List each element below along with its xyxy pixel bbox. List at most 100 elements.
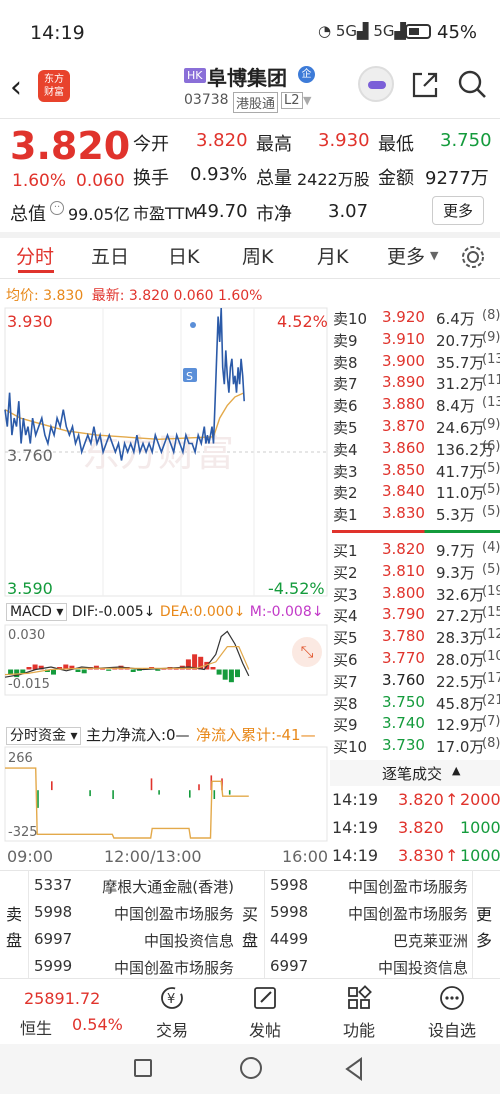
fund-selector[interactable]: 分时资金 ▾ — [6, 727, 82, 745]
level-volume: 6.4万 — [436, 310, 475, 328]
index-name: 恒生 — [20, 1019, 53, 1038]
buy-broker-code: 4499 — [270, 930, 309, 948]
watchlist-button[interactable]: 设自选 — [412, 985, 492, 1041]
pe-label: 市盈TTM — [133, 204, 199, 223]
macd-bar — [26, 667, 32, 670]
search-icon[interactable] — [458, 70, 488, 100]
stock-code: 03738 — [184, 92, 229, 108]
macd-y-bottom: -0.015 — [8, 677, 50, 692]
level-volume: 20.7万 — [436, 331, 485, 350]
time-axis-end: 16:00 — [282, 847, 329, 866]
enterprise-badge-icon: 企 — [298, 66, 315, 83]
trade-button[interactable]: ¥ 交易 — [132, 985, 212, 1041]
bid-row[interactable]: 买3 3.800 32.6万(19) — [332, 584, 500, 606]
ask-row[interactable]: 卖10 3.920 6.4万 (8) — [332, 308, 500, 330]
bid-row[interactable]: 买8 3.750 45.8万(21) — [332, 693, 500, 715]
buy-broker-code: 5998 — [270, 903, 309, 921]
sell-broker-code: 5999 — [34, 957, 73, 975]
tab-weekly-k[interactable]: 周K — [242, 242, 273, 269]
macd-y-top: 0.030 — [8, 628, 46, 643]
fund-flow-chart[interactable] — [0, 746, 332, 842]
tick-time: 14:19 — [332, 818, 379, 837]
ask-row[interactable]: 卖1 3.830 5.3万 (5) — [332, 504, 500, 526]
fund-selector-label: 分时资金 — [10, 728, 66, 744]
recent-apps-icon[interactable] — [134, 1059, 152, 1077]
main-inflow-label: 主力净流入: — [85, 726, 166, 744]
assistant-avatar-icon[interactable] — [358, 66, 394, 102]
tab-more-dropdown-icon[interactable]: ▼ — [430, 249, 438, 262]
ticks-collapse-icon[interactable]: ▲ — [452, 764, 460, 777]
info-icon[interactable]: ·· — [50, 201, 64, 215]
sell-broker-name[interactable]: 摩根大通金融(香港) — [102, 876, 234, 897]
buy-broker-name[interactable]: 中国创盈市场服务 — [348, 876, 468, 897]
tab-five-day[interactable]: 五日 — [91, 242, 129, 269]
ask-row[interactable]: 卖5 3.870 24.6万 (9) — [332, 417, 500, 439]
bid-row[interactable]: 买10 3.730 17.0万 (8) — [332, 736, 500, 758]
main-inflow-value: 0 — [166, 726, 176, 744]
eastmoney-logo[interactable]: 东方 财富 — [38, 70, 70, 102]
features-label: 功能 — [342, 1021, 375, 1040]
index-value[interactable]: 25891.72 — [24, 989, 100, 1008]
fund-flow-bar — [89, 790, 91, 797]
level-label: 卖3 — [333, 462, 358, 481]
bid-row[interactable]: 买5 3.780 28.3万(12) — [332, 627, 500, 649]
tab-daily-k[interactable]: 日K — [168, 242, 199, 269]
back-arrow-icon[interactable]: ‹ — [10, 70, 22, 105]
buy-broker-name[interactable]: 巴克莱亚洲 — [393, 930, 468, 951]
ask-row[interactable]: 卖6 3.880 8.4万 (13) — [332, 395, 500, 417]
bid-row[interactable]: 买4 3.790 27.2万(15) — [332, 605, 500, 627]
level-price: 3.900 — [382, 351, 425, 370]
macd-selector[interactable]: MACD ▾ — [6, 603, 68, 621]
bid-row[interactable]: 买6 3.770 28.0万(10) — [332, 649, 500, 671]
level-dropdown-icon[interactable]: ▼ — [303, 94, 311, 107]
chart-pct-top: 4.52% — [277, 312, 328, 331]
ask-row[interactable]: 卖8 3.900 35.7万(13) — [332, 352, 500, 374]
bid-row[interactable]: 买2 3.810 9.3万 (5) — [332, 562, 500, 584]
ask-row[interactable]: 卖3 3.850 41.7万 (5) — [332, 461, 500, 483]
logo-text-2: 财富 — [44, 87, 64, 98]
features-button[interactable]: 功能 — [319, 985, 399, 1041]
level-label: 买4 — [333, 607, 358, 626]
macd-bar — [75, 669, 81, 672]
post-button[interactable]: 发帖 — [225, 985, 305, 1041]
buy-broker-name[interactable]: 中国创盈市场服务 — [348, 903, 468, 924]
amount-label: 金额 — [378, 168, 414, 189]
pb-value: 3.07 — [328, 201, 369, 222]
status-time: 14:19 — [30, 22, 85, 44]
home-icon[interactable] — [240, 1057, 262, 1079]
bid-row[interactable]: 买7 3.760 22.5万(17) — [332, 671, 500, 693]
ask-row[interactable]: 卖2 3.840 11.0万 (5) — [332, 482, 500, 504]
sell-broker-name[interactable]: 中国投资信息 — [144, 930, 234, 951]
ask-row[interactable]: 卖7 3.890 31.2万(11) — [332, 373, 500, 395]
ask-row[interactable]: 卖9 3.910 20.7万 (9) — [332, 330, 500, 352]
level-label: 买9 — [333, 716, 358, 735]
system-nav-bar — [0, 1044, 500, 1094]
pe-value: 49.70 — [196, 201, 248, 222]
ticks-header[interactable]: 逐笔成交 ▲ — [330, 760, 500, 786]
bid-row[interactable]: 买1 3.820 9.7万 (4) — [332, 540, 500, 562]
tick-volume: 1000 — [460, 818, 500, 837]
level-order-count: (5) — [482, 460, 500, 476]
tick-time: 14:19 — [332, 790, 379, 809]
fund-y-bottom: -325 — [8, 825, 38, 840]
more-button[interactable]: 更多 — [432, 196, 485, 225]
expand-chart-icon[interactable]: ⤡ — [292, 637, 322, 667]
bid-row[interactable]: 买9 3.740 12.9万 (7) — [332, 714, 500, 736]
tab-monthly-k[interactable]: 月K — [317, 242, 348, 269]
ask-row[interactable]: 卖4 3.860 136.2万 (6) — [332, 439, 500, 461]
level-volume: 11.0万 — [436, 484, 485, 503]
broker-more-button[interactable]: 更多 — [476, 902, 494, 954]
sell-broker-name[interactable]: 中国创盈市场服务 — [114, 903, 234, 924]
share-icon[interactable] — [410, 70, 440, 100]
broker-queue[interactable]: 卖盘 买盘 更多 5337 摩根大通金融(香港) 5998 中国创盈市场服务 6997 中… — [0, 870, 500, 978]
macd-bar — [228, 669, 234, 683]
settings-gear-icon[interactable] — [460, 244, 486, 270]
fund-flow-bar — [198, 784, 200, 791]
sell-broker-name[interactable]: 中国创盈市场服务 — [114, 957, 234, 978]
level-order-count: (13) — [482, 351, 500, 367]
stock-name[interactable]: 阜博集团 — [207, 62, 287, 91]
tab-more[interactable]: 更多 — [387, 242, 425, 269]
tab-intraday[interactable]: 分时 — [16, 242, 54, 269]
nav-back-icon[interactable] — [343, 1057, 365, 1081]
buy-broker-name[interactable]: 中国投资信息 — [378, 957, 468, 978]
